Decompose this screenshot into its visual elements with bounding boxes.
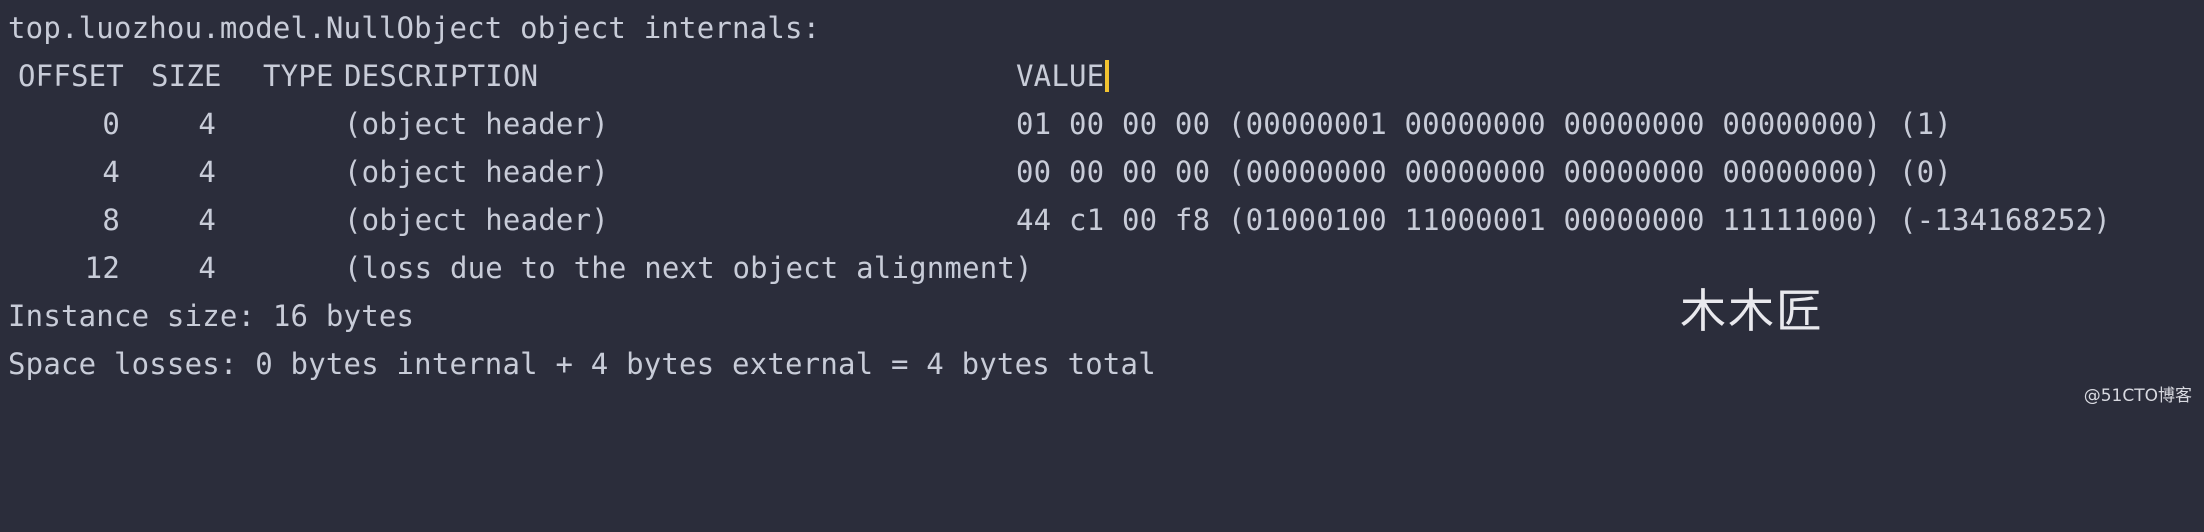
source-watermark: @51CTO博客 [2083,386,2192,406]
column-description: DESCRIPTION [344,59,539,93]
column-type: TYPE [263,59,334,93]
text-cursor [1105,60,1110,92]
row-description: (loss due to the next object alignment) [344,251,1033,285]
column-header-row: OFFSET SIZE TYPE DESCRIPTION VALUE [8,52,2198,100]
table-row: 0 4 (object header) 01 00 00 00 (0000000… [8,100,2198,148]
column-size: SIZE [151,59,222,93]
row-value: 44 c1 00 f8 (01000100 11000001 00000000 … [1016,203,2111,237]
class-header-line: top.luozhou.model.NullObject object inte… [8,11,821,45]
row-value: 01 00 00 00 (00000001 00000000 00000000 … [1016,107,1952,141]
row-description: (object header) [344,107,609,141]
row-size: 4 [198,155,216,189]
column-offset: OFFSET [18,59,124,93]
terminal-output[interactable]: top.luozhou.model.NullObject object inte… [8,0,2204,414]
table-row: 8 4 (object header) 44 c1 00 f8 (0100010… [8,196,2198,244]
row-size: 4 [198,107,216,141]
space-losses-line: Space losses: 0 bytes internal + 4 bytes… [8,347,1156,381]
column-value-wrap: VALUE [1016,52,1110,100]
author-watermark: 木木匠 [1680,284,1824,338]
instance-size-line: Instance size: 16 bytes [8,299,415,333]
row-description: (object header) [344,155,609,189]
row-size: 4 [198,203,216,237]
table-row: 12 4 (loss due to the next object alignm… [8,244,2198,292]
row-value: 00 00 00 00 (00000000 00000000 00000000 … [1016,155,1952,189]
row-size: 4 [198,251,216,285]
table-row: 4 4 (object header) 00 00 00 00 (0000000… [8,148,2198,196]
column-value: VALUE [1016,59,1105,93]
row-description: (object header) [344,203,609,237]
